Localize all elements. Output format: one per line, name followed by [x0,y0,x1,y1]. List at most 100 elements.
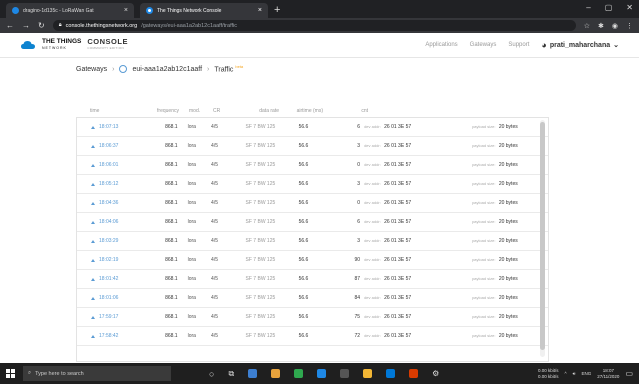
taskbar-clock[interactable]: 18:07 27/11/2020 [597,368,619,380]
taskbar-search-input[interactable]: ⌕ Type here to search [23,366,171,381]
payload-size-label: payload size: [472,295,496,300]
row-cr: 4/5 [211,257,218,263]
traffic-list[interactable]: 18:07:13 868.1 lora 4/5 SF 7 BW 125 56.6… [76,117,549,362]
row-payload-size: 20 bytes [498,295,518,301]
nav-applications[interactable]: Applications [425,42,457,48]
close-window-icon[interactable]: ✕ [626,3,633,12]
menu-dots-icon[interactable]: ⋮ [626,22,633,30]
row-cr: 4/5 [211,276,218,282]
table-row[interactable]: 18:04:06 868.1 lora 4/5 SF 7 BW 125 56.6… [77,213,548,232]
uplink-arrow-icon [91,220,95,224]
settings-gear-icon[interactable]: ⚙ [432,369,439,378]
volume-icon[interactable]: 🔊︎ [573,371,576,376]
scrollbar[interactable] [540,120,545,357]
app-icon[interactable] [294,369,304,378]
row-data-rate: SF 7 BW 125 [245,257,276,263]
nav-support[interactable]: Support [508,42,529,48]
row-payload-size: 20 bytes [498,200,518,206]
star-icon[interactable]: ☆ [584,22,590,30]
row-mod: lora [187,276,196,282]
forward-arrow-icon[interactable]: → [22,21,30,30]
scrollbar-thumb[interactable] [540,122,545,350]
uplink-arrow-icon [91,239,95,243]
table-row[interactable]: 18:03:29 868.1 lora 4/5 SF 7 BW 125 56.6… [77,232,548,251]
app-icon[interactable] [317,369,327,378]
file-explorer-icon[interactable] [248,369,258,378]
chrome-icon[interactable] [363,369,373,378]
brand-text: THE THINGS NETWORK [42,38,82,50]
header-data-rate: data rate [259,108,279,114]
row-payload-size: 20 bytes [498,333,518,339]
table-row[interactable]: 17:59:17 868.1 lora 4/5 SF 7 BW 125 56.6… [77,308,548,327]
ttn-logo[interactable]: THE THINGS NETWORK CONSOLE COMMUNITY EDI… [20,38,128,51]
table-row[interactable]: 18:05:12 868.1 lora 4/5 SF 7 BW 125 56.6… [77,175,548,194]
row-cnt: 6 [357,219,361,225]
task-view-icon[interactable]: ⧉ [228,369,234,379]
dev-addr-label: dev addr: [364,276,381,281]
address-bar[interactable]: 🔒︎ console.thethingsnetwork.org/gateways… [52,20,576,31]
row-dev-addr: 26 01 3E 57 [384,276,412,282]
row-airtime: 56.6 [298,181,309,187]
uplink-arrow-icon [91,296,95,300]
row-time: 18:03:29 [99,238,119,244]
minimize-icon[interactable]: – [586,3,590,12]
dev-addr-label: dev addr: [364,181,381,186]
close-icon[interactable]: × [124,7,128,14]
table-row[interactable]: 18:06:37 868.1 lora 4/5 SF 7 BW 125 56.6… [77,137,548,156]
windows-start-icon[interactable] [6,369,15,378]
row-dev-addr: 26 01 3E 57 [384,143,412,149]
network-down: 0.00 kbit/s [537,373,559,379]
app-icon[interactable] [409,369,419,378]
row-cr: 4/5 [211,219,218,225]
app-icon[interactable] [340,369,350,378]
table-row[interactable]: 18:07:13 868.1 lora 4/5 SF 7 BW 125 56.6… [77,118,548,137]
breadcrumb-gateway-id[interactable]: eui-aaa1a2ab12c1aaff [132,66,202,73]
payload-size-label: payload size: [472,238,496,243]
app-icon[interactable] [386,369,396,378]
row-frequency: 868.1 [165,333,178,339]
table-row[interactable]: 18:01:42 868.1 lora 4/5 SF 7 BW 125 56.6… [77,270,548,289]
back-arrow-icon[interactable]: ← [6,21,14,30]
row-frequency: 868.1 [165,276,178,282]
payload-size-label: payload size: [472,181,496,186]
reload-icon[interactable]: ↻ [38,21,45,30]
table-row[interactable]: 18:01:06 868.1 lora 4/5 SF 7 BW 125 56.6… [77,289,548,308]
table-row[interactable]: 18:02:19 868.1 lora 4/5 SF 7 BW 125 56.6… [77,251,548,270]
browser-tab-ttn-console[interactable]: The Things Network Console × [140,3,268,18]
row-dev-addr: 26 01 3E 57 [384,238,412,244]
close-icon[interactable]: × [258,7,262,14]
row-cr: 4/5 [211,238,218,244]
breadcrumb-gateways[interactable]: Gateways [76,66,107,73]
dev-addr-label: dev addr: [364,333,381,338]
table-row[interactable]: 17:58:42 868.1 lora 4/5 SF 7 BW 125 56.6… [77,327,548,346]
browser-tab-dragino[interactable]: dragino-1d135c - LoRaWan Gat × [6,3,134,18]
row-cr: 4/5 [211,314,218,320]
app-icon[interactable] [271,369,281,378]
row-cnt: 84 [354,295,361,301]
language-indicator[interactable]: ENG [581,371,591,376]
row-data-rate: SF 7 BW 125 [245,238,276,244]
notifications-icon[interactable]: ▭ [625,369,633,378]
breadcrumb: Gateways › eui-aaa1a2ab12c1aaff › Traffi… [0,58,639,80]
row-cr: 4/5 [211,333,218,339]
chevron-up-icon[interactable]: ^ [565,371,567,376]
main-nav: Applications Gateways Support ◕ prati_ma… [425,40,619,50]
browser-toolbar: ← → ↻ 🔒︎ console.thethingsnetwork.org/ga… [0,18,639,33]
user-menu[interactable]: ◕ prati_maharchana ⌄ [541,40,619,50]
window-controls: – ▢ ✕ [586,3,633,12]
maximize-icon[interactable]: ▢ [605,3,613,12]
payload-size-label: payload size: [472,162,496,167]
cortana-icon[interactable]: ○ [209,369,214,379]
table-row[interactable]: 18:06:01 868.1 lora 4/5 SF 7 BW 125 56.6… [77,156,548,175]
row-time: 18:06:37 [99,143,119,149]
row-cnt: 90 [354,257,361,263]
username: prati_maharchana [549,41,611,49]
dev-addr-label: dev addr: [364,238,381,243]
nav-gateways[interactable]: Gateways [470,42,497,48]
dev-addr-label: dev addr: [364,200,381,205]
row-dev-addr: 26 01 3E 57 [384,200,412,206]
table-row[interactable]: 18:04:36 868.1 lora 4/5 SF 7 BW 125 56.6… [77,194,548,213]
profile-icon[interactable]: ◉ [612,22,618,30]
extensions-icon[interactable]: ✱ [598,22,604,30]
new-tab-plus-icon[interactable]: + [274,4,280,16]
